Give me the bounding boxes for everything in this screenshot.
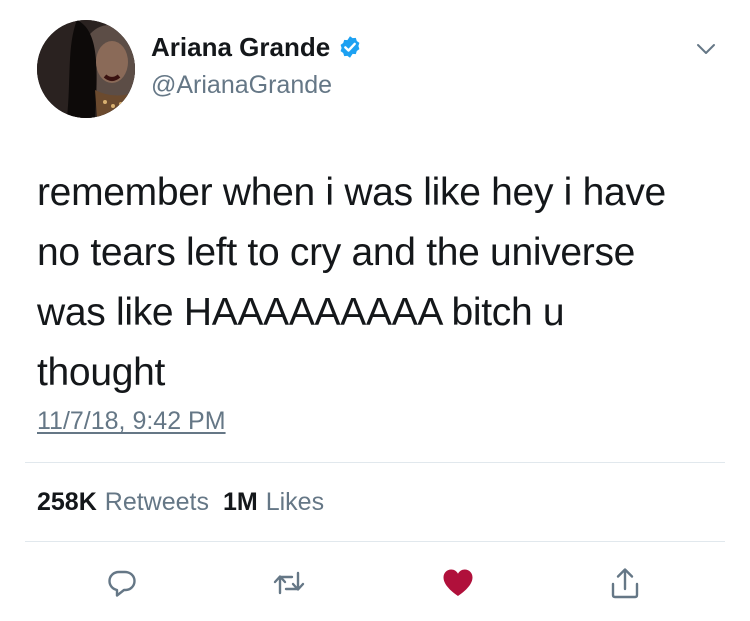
reply-button[interactable] xyxy=(104,565,140,601)
share-icon xyxy=(611,568,639,599)
retweets-label: Retweets xyxy=(104,488,209,516)
tweet-text: remember when i was like hey i have no t… xyxy=(37,171,666,394)
retweet-button[interactable] xyxy=(271,565,307,601)
engagement-stats: 258K Retweets 1M Likes xyxy=(37,486,324,518)
author-display-name[interactable]: Ariana Grande xyxy=(151,32,330,62)
avatar[interactable] xyxy=(37,20,135,118)
likes-count: 1M xyxy=(222,488,258,516)
author-handle[interactable]: @ArianaGrande xyxy=(151,70,332,100)
like-button[interactable] xyxy=(440,565,476,601)
chevron-down-icon[interactable] xyxy=(695,38,717,60)
retweets-stat[interactable]: 258K Retweets xyxy=(37,486,209,518)
like-heart-icon xyxy=(443,569,473,596)
action-bar xyxy=(0,565,750,605)
retweets-count: 258K xyxy=(37,488,97,516)
verified-badge-icon xyxy=(340,36,360,58)
tweet-timestamp[interactable]: 11/7/18, 9:42 PM xyxy=(37,407,226,436)
likes-stat[interactable]: 1M Likes xyxy=(223,486,324,518)
reply-icon xyxy=(108,570,136,597)
retweet-icon xyxy=(273,571,305,595)
likes-label: Likes xyxy=(265,488,325,516)
divider xyxy=(25,462,725,463)
avatar-photo-icon xyxy=(37,20,135,118)
tweet-card: Ariana Grande @ArianaGrande remember whe… xyxy=(0,0,750,621)
share-button[interactable] xyxy=(607,565,643,601)
divider xyxy=(25,541,725,542)
